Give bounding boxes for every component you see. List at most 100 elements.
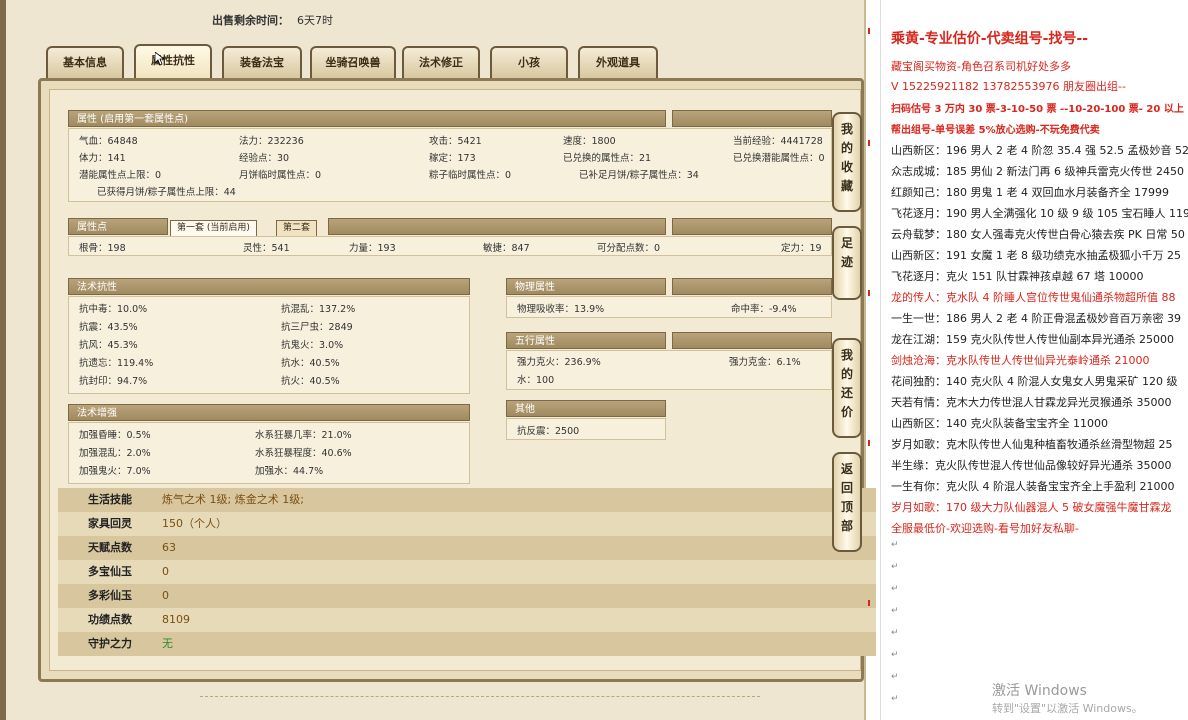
enhance-chaos: 加强混乱：2.0% [79, 448, 151, 459]
listing-line: 红颜知己：180 男鬼 1 老 4 双回血水月装备齐全 17999 [891, 186, 1169, 199]
table-row: 多彩仙玉 0 [58, 584, 876, 608]
resist-water: 抗水：40.5% [281, 358, 340, 369]
resist-thunder: 抗震：43.5% [79, 322, 138, 333]
points-header-fill [328, 218, 666, 235]
resist-corpse-worm: 抗三尸虫：2849 [281, 322, 353, 333]
attributes-frame: 属性 (启用第一套属性点) 气血：64848 法力：232236 攻击：5421… [38, 78, 876, 682]
other-section-body: 抗反震：2500 [506, 418, 666, 440]
points-section-body: 根骨：198 灵性：541 力量：193 敏捷：847 可分配点数：0 定力：1… [68, 236, 832, 256]
mouse-cursor-icon [155, 52, 165, 66]
five-elements-body: 强力克火：236.9% 强力克金：6.1% 水：100 [506, 350, 832, 390]
five-metal-suppress: 强力克金：6.1% [729, 357, 801, 368]
panel-edge [0, 0, 6, 720]
paragraph-mark: ↵ [891, 650, 899, 660]
table-row: 多宝仙玉 0 [58, 560, 876, 584]
tab-basic-info[interactable]: 基本信息 [46, 46, 124, 78]
listing-line: 飞花逐月：190 男人全满强化 10 级 9 级 105 宝石睡人 119 [891, 207, 1188, 220]
attr-stability: 稼定：173 [429, 153, 476, 164]
listing-line: 岁月如歌：克木队传世人仙鬼种植畜牧通杀丝滑型物超 25 [891, 438, 1173, 451]
tab-equipment[interactable]: 装备法宝 [222, 46, 302, 78]
points-section-title: 属性点 [68, 218, 168, 235]
attr-potential-cap: 潜能属性点上限：0 [79, 170, 162, 181]
five-water: 水：100 [517, 375, 555, 386]
resist-chaos: 抗混乱：137.2% [281, 304, 356, 315]
points-header-fill-ext [672, 218, 832, 235]
enhance-section-body: 加强昏睡：0.5% 加强混乱：2.0% 加强鬼火：7.0% 水系狂暴几率：21.… [68, 422, 470, 484]
five-elements-title: 五行属性 [506, 332, 666, 349]
my-favorites-button[interactable]: 我的收藏 [832, 112, 862, 212]
table-row: 家具回灵 150（个人） [58, 512, 876, 536]
activate-windows-hint: 转到"设置"以激活 Windows。 [992, 702, 1143, 715]
physical-absorb: 物理吸收率：13.9% [517, 304, 605, 315]
listing-line: 龙在江湖：159 克火队传世人传世仙副本异光通杀 25000 [891, 333, 1174, 346]
attributes-content: 属性 (启用第一套属性点) 气血：64848 法力：232236 攻击：5421… [49, 89, 876, 671]
back-to-top-button[interactable]: 返回顶部 [832, 452, 862, 552]
margin-marker [868, 140, 876, 146]
enhance-water: 加强水：44.7% [255, 466, 324, 477]
tab-children[interactable]: 小孩 [490, 46, 568, 78]
table-row: 守护之力无 [58, 632, 876, 656]
resist-wind: 抗风：45.3% [79, 340, 138, 351]
five-fire-suppress: 强力克火：236.9% [517, 357, 601, 368]
activate-windows-watermark: 激活 Windows [992, 683, 1087, 699]
resist-section-title: 法术抗性 [68, 278, 470, 295]
doc-line: 扫码估号 3 万内 30 票-3-10-50 票 --10-20-100 票- … [891, 104, 1184, 115]
listing-line: 众志成城：185 男仙 2 新法门再 6 级神兵雷克火传世 2450 [891, 165, 1184, 178]
resist-section-body: 抗中毒：10.0% 抗震：43.5% 抗风：45.3% 抗遗忘：119.4% 抗… [68, 296, 470, 394]
paragraph-mark: ↵ [891, 694, 899, 704]
listing-line: 飞花逐月：克火 151 队甘霖神孩卓越 67 塔 10000 [891, 270, 1144, 283]
divider [200, 696, 760, 697]
resist-seal: 抗封印：94.7% [79, 376, 148, 387]
doc-line: 帮出组号-单号误差 5%放心选购-不玩免费代卖 [891, 125, 1100, 136]
footprints-button[interactable]: 足迹 [832, 226, 862, 300]
listing-line: 天若有情：克木大力传世混人甘霖龙异光灵猴通杀 35000 [891, 396, 1172, 409]
tab-mounts-summons[interactable]: 坐骑召唤兽 [310, 46, 396, 78]
five-elements-title-ext [672, 332, 832, 349]
tab-point-set-1[interactable]: 第一套 (当前启用) [170, 220, 257, 237]
margin-marker [868, 28, 876, 34]
game-panel: 出售剩余时间： 6天7时 基本信息 属性抗性 装备法宝 坐骑召唤兽 法术修正 小孩… [0, 0, 876, 720]
tab-spell-mods[interactable]: 法术修正 [402, 46, 480, 78]
physical-hit: 命中率：-9.4% [731, 304, 797, 315]
table-row: 功绩点数 8109 [58, 608, 876, 632]
listing-line: 一生一世：186 男人 2 老 4 阶正骨混孟极妙音百万亲密 39 [891, 312, 1181, 325]
enhance-sleep: 加强昏睡：0.5% [79, 430, 151, 441]
paragraph-mark: ↵ [891, 540, 899, 550]
attr-stamina: 体力：141 [79, 153, 126, 164]
enhance-water-rage-chance: 水系狂暴几率：21.0% [255, 430, 352, 441]
listing-line: 半生缘：克火队传世混人传世仙品像较好异光通杀 35000 [891, 459, 1172, 472]
attr-hp: 气血：64848 [79, 136, 138, 147]
resist-poison: 抗中毒：10.0% [79, 304, 148, 315]
enhance-ghostfire: 加强鬼火：7.0% [79, 466, 151, 477]
point-spirit: 灵性：541 [243, 243, 290, 254]
tab-attributes-resist[interactable]: 属性抗性 [134, 44, 212, 80]
listing-line: 山西新区：191 女魔 1 老 8 级功绩克水抽孟极狐小千万 25 [891, 249, 1181, 262]
tab-point-set-2[interactable]: 第二套 [276, 220, 318, 237]
sale-remaining-time: 出售剩余时间： 6天7时 [212, 14, 333, 27]
attr-exchanged-points: 已兑换的属性点：21 [563, 153, 652, 164]
margin-marker [868, 290, 876, 296]
resist-fire: 抗火：40.5% [281, 376, 340, 387]
attr-obtained-cap: 已获得月饼/粽子属性点上限：44 [97, 187, 236, 198]
point-available: 可分配点数：0 [597, 243, 661, 254]
tab-appearance-items[interactable]: 外观道具 [578, 46, 658, 78]
table-row: 天赋点数 63 [58, 536, 876, 560]
attr-section-title: 属性 (启用第一套属性点) [68, 110, 666, 127]
my-counteroffers-button[interactable]: 我的还价 [832, 338, 862, 438]
listing-line: 山西新区：196 男人 2 老 4 阶忽 35.4 强 52.5 孟极妙音 52… [891, 144, 1188, 157]
attr-filled-points: 已补足月饼/粽子属性点：34 [579, 170, 699, 181]
listing-line: 花间独酌：140 克火队 4 阶混人女鬼女人男鬼采矿 120 级 [891, 375, 1178, 388]
attr-speed: 速度：1800 [563, 136, 616, 147]
doc-line: 藏宝阁买物资-角色召系司机好处多多 [891, 60, 1071, 73]
attr-zongzi-temp: 粽子临时属性点：0 [429, 170, 512, 181]
attr-exp: 当前经验：4441728 [733, 136, 823, 147]
listing-line: 岁月如歌：170 级大力队仙器混人 5 破女魔强牛魔甘霖龙 [891, 501, 1172, 514]
point-endurance: 定力：19 [781, 243, 822, 254]
resist-ghostfire: 抗鬼火：3.0% [281, 340, 344, 351]
attr-mp: 法力：232236 [239, 136, 304, 147]
paragraph-mark: ↵ [891, 672, 899, 682]
paragraph-mark: ↵ [891, 562, 899, 572]
other-section-title: 其他 [506, 400, 666, 417]
other-counter-shock: 抗反震：2500 [517, 426, 580, 437]
physical-section-body: 物理吸收率：13.9% 命中率：-9.4% [506, 296, 832, 318]
